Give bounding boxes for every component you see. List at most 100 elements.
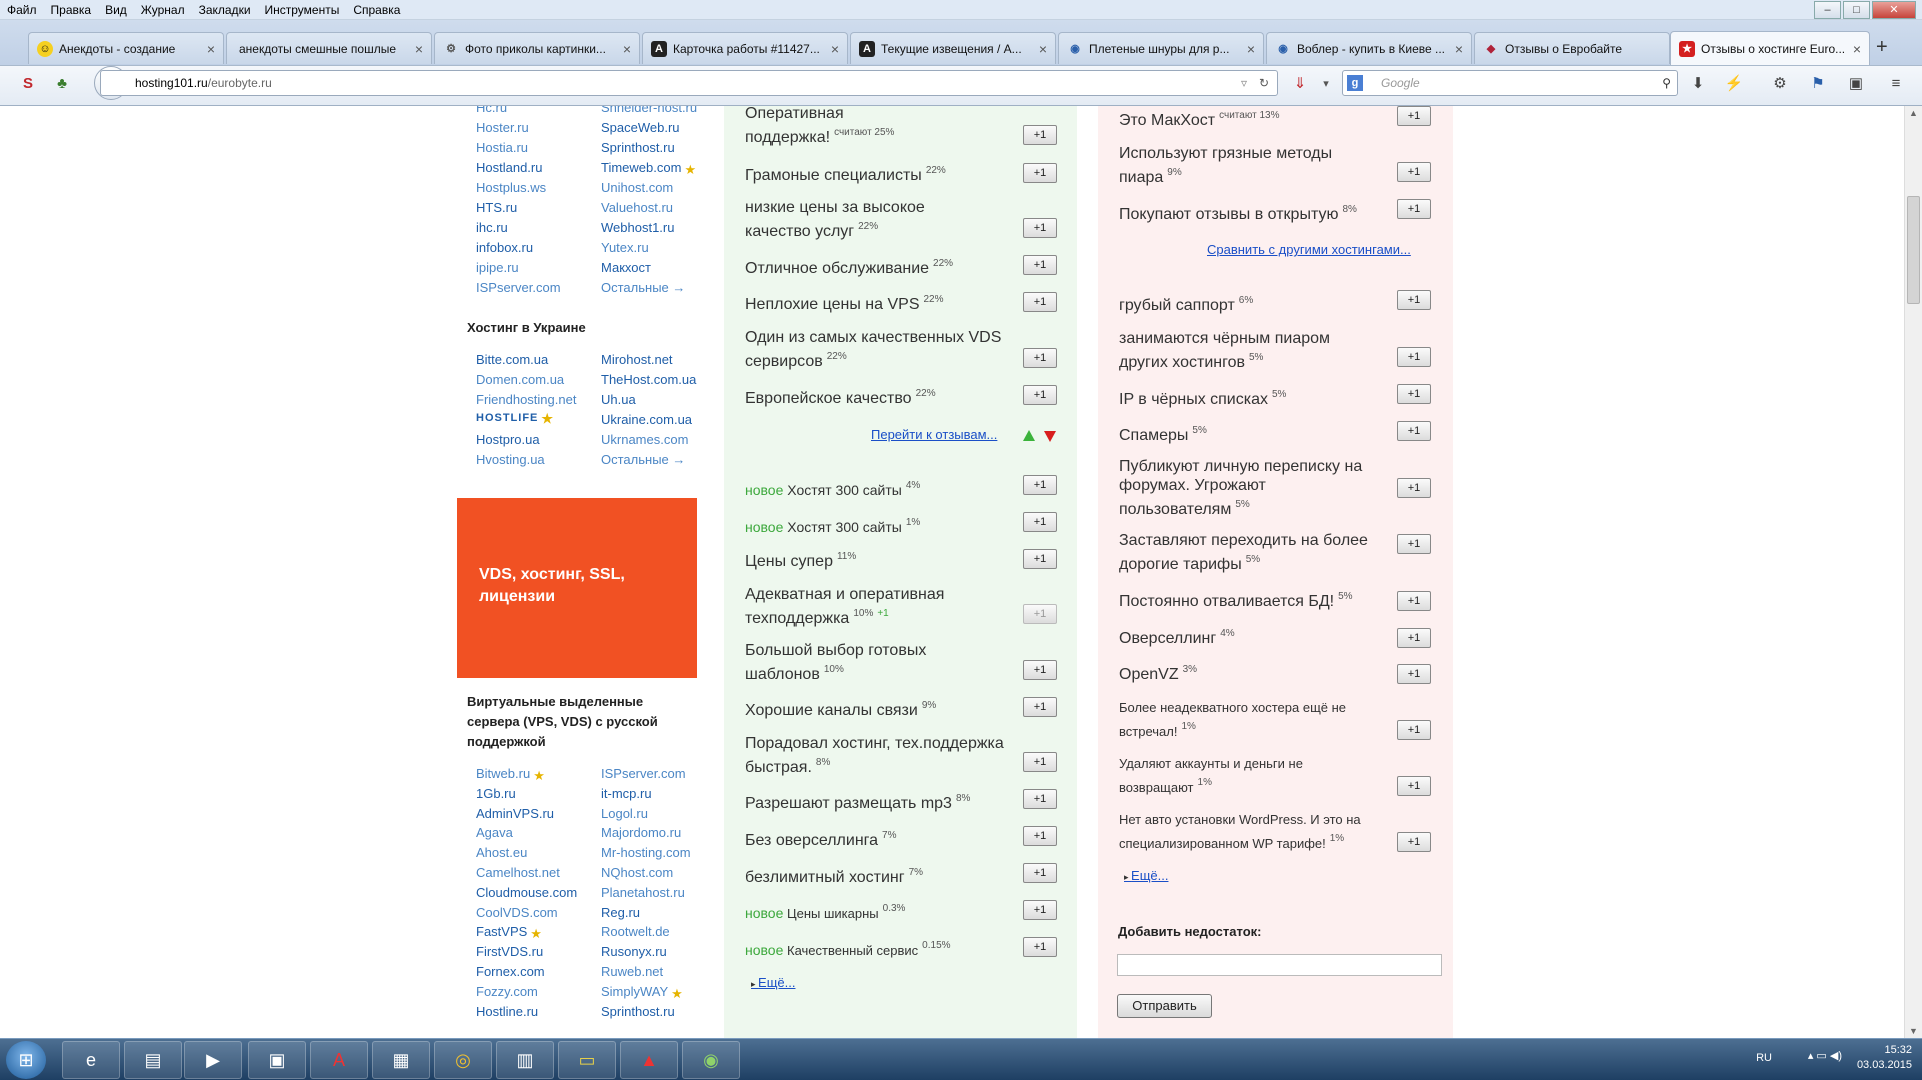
vote-plus-button[interactable]: +1 [1023, 475, 1057, 495]
sidebar-link[interactable]: Ruweb.net [601, 964, 663, 979]
window-manager-icon[interactable]: ▥ [496, 1041, 554, 1079]
close-tab-icon[interactable]: × [1455, 41, 1463, 57]
vote-plus-button[interactable]: +1 [1397, 162, 1431, 182]
vote-plus-button[interactable]: +1 [1397, 290, 1431, 310]
close-tab-icon[interactable]: × [1247, 41, 1255, 57]
sidebar-link[interactable]: Sprinthost.ru [601, 1004, 675, 1019]
sidebar-link[interactable]: NQhost.com [601, 865, 673, 880]
promo-banner[interactable]: VDS, хостинг, SSL, лицензии [457, 498, 697, 678]
pros-more-link[interactable]: ▸ Ещё... [751, 975, 795, 990]
sidebar-link[interactable]: AdminVPS.ru [476, 806, 554, 821]
sidebar-link[interactable]: Valuehost.ru [601, 200, 673, 215]
vote-plus-button[interactable]: +1 [1023, 255, 1057, 275]
clock-date[interactable]: 03.03.2015 [1842, 1058, 1912, 1073]
vote-plus-button[interactable]: +1 [1023, 125, 1057, 145]
vote-plus-button[interactable]: +1 [1023, 752, 1057, 772]
sidebar-link[interactable]: Yutex.ru [601, 240, 649, 255]
sidebar-link[interactable]: SimplyWAY ★ [601, 984, 685, 1001]
sidebar-link[interactable]: it-mcp.ru [601, 786, 652, 801]
clock-time[interactable]: 15:32 [1842, 1043, 1912, 1058]
tab-1[interactable]: анекдоты смешные пошлые × [226, 32, 432, 64]
vote-plus-button[interactable]: +1 [1023, 348, 1057, 368]
menu-history[interactable]: Журнал [134, 3, 192, 17]
vote-plus-button[interactable]: +1 [1023, 385, 1057, 405]
vote-plus-button[interactable]: +1 [1397, 421, 1431, 441]
sidebar-link[interactable]: Остальные → [601, 452, 685, 467]
menu-view[interactable]: Вид [98, 3, 134, 17]
reload-icon[interactable]: ↻ [1259, 71, 1269, 95]
vote-plus-button[interactable]: +1 [1023, 937, 1057, 957]
sidebar-link[interactable]: Uh.ua [601, 392, 636, 407]
notes-icon[interactable]: ▭ [558, 1041, 616, 1079]
vote-plus-button[interactable]: +1 [1397, 106, 1431, 126]
vote-plus-button[interactable]: +1 [1023, 604, 1057, 624]
sidebar-link[interactable]: Friendhosting.net [476, 392, 576, 407]
new-tab-button[interactable]: + [1876, 36, 1888, 59]
sidebar-link[interactable]: Hostland.ru [476, 160, 542, 175]
pdf-icon[interactable]: A [310, 1041, 368, 1079]
menu-edit[interactable]: Правка [44, 3, 99, 17]
vote-plus-button[interactable]: +1 [1023, 900, 1057, 920]
vote-plus-button[interactable]: +1 [1397, 628, 1431, 648]
vote-plus-button[interactable]: +1 [1023, 863, 1057, 883]
close-tab-icon[interactable]: × [415, 41, 423, 57]
sidebar-link[interactable]: ISPserver.com [476, 280, 561, 295]
vote-plus-button[interactable]: +1 [1397, 384, 1431, 404]
tab-6[interactable]: ◉ Воблер - купить в Киеве ... × [1266, 32, 1472, 64]
menu-tools[interactable]: Инструменты [258, 3, 347, 17]
sidebar-link[interactable]: Hostplus.ws [476, 180, 546, 195]
add-con-input[interactable] [1117, 954, 1442, 976]
url-bar[interactable]: hosting101.ru/eurobyte.ru ▿ ↻ [100, 70, 1278, 96]
sidebar-link[interactable]: TheHost.com.ua [601, 372, 696, 387]
sidebar-link[interactable]: HOSTLIFE ★ [476, 412, 555, 426]
sidebar-link[interactable]: Planetahost.ru [601, 885, 685, 900]
vote-plus-button[interactable]: +1 [1023, 549, 1057, 569]
send-button[interactable]: Отправить [1117, 994, 1212, 1018]
tab-7[interactable]: ◆ Отзывы о Евробайте [1474, 32, 1670, 64]
scrollbar-thumb[interactable] [1907, 196, 1920, 304]
close-tab-icon[interactable]: × [1853, 41, 1861, 57]
sidebar-link[interactable]: Mirohost.net [601, 352, 673, 367]
vote-plus-button[interactable]: +1 [1023, 789, 1057, 809]
download-helper-icon[interactable]: ⇓ [1290, 74, 1310, 94]
floppy-icon[interactable]: ▣ [248, 1041, 306, 1079]
sidebar-link[interactable]: Ukrnames.com [601, 432, 688, 447]
sidebar-link[interactable]: ipipe.ru [476, 260, 519, 275]
sidebar-link[interactable]: Bitte.com.ua [476, 352, 548, 367]
sidebar-link[interactable]: Rootwelt.de [601, 924, 670, 939]
menu-help[interactable]: Справка [346, 3, 407, 17]
vote-plus-button[interactable]: +1 [1023, 218, 1057, 238]
scroll-down-icon[interactable]: ▼ [1909, 1026, 1918, 1036]
flash-icon[interactable]: ⚡ [1724, 74, 1744, 94]
sidebar-link[interactable]: Shneider-host.ru [601, 106, 697, 115]
sidebar-link[interactable]: Ukraine.com.ua [601, 412, 692, 427]
sidebar-link[interactable]: Cloudmouse.com [476, 885, 577, 900]
addon-icon[interactable]: ♣ [52, 74, 72, 94]
sidebar-link[interactable]: Unihost.com [601, 180, 673, 195]
tab-8-active[interactable]: ★ Отзывы о хостинге Euro... × [1670, 31, 1870, 65]
sidebar-link[interactable]: FastVPS ★ [476, 924, 544, 941]
menu-icon[interactable]: ≡ [1886, 74, 1906, 94]
sidebar-link[interactable]: Hostpro.ua [476, 432, 540, 447]
sidebar-link[interactable]: Hvosting.ua [476, 452, 545, 467]
scroll-up-icon[interactable]: ▲ [1909, 108, 1918, 118]
close-tab-icon[interactable]: × [207, 41, 215, 57]
vote-plus-button[interactable]: +1 [1397, 199, 1431, 219]
save-icon[interactable]: ▣ [1846, 74, 1866, 94]
vote-plus-button[interactable]: +1 [1397, 776, 1431, 796]
thumbs-up-icon[interactable] [1023, 430, 1035, 441]
sidebar-link[interactable]: Hc.ru [476, 106, 507, 115]
vote-plus-button[interactable]: +1 [1023, 512, 1057, 532]
sidebar-link[interactable]: Sprinthost.ru [601, 140, 675, 155]
sidebar-link[interactable]: Domen.com.ua [476, 372, 564, 387]
sidebar-link[interactable]: Макхост [601, 260, 651, 275]
acrobat-icon[interactable]: ▲ [620, 1041, 678, 1079]
maximize-button[interactable]: □ [1843, 1, 1870, 19]
sidebar-link[interactable]: Ahost.eu [476, 845, 527, 860]
cons-more-link[interactable]: ▸ Ещё... [1124, 868, 1168, 883]
menu-bookmarks[interactable]: Закладки [192, 3, 258, 17]
dropdown-icon[interactable]: ▾ [1316, 74, 1336, 94]
tab-0[interactable]: ☺ Анекдоты - создание × [28, 32, 224, 64]
start-button[interactable]: ⊞ [6, 1041, 46, 1079]
vote-plus-button[interactable]: +1 [1397, 591, 1431, 611]
